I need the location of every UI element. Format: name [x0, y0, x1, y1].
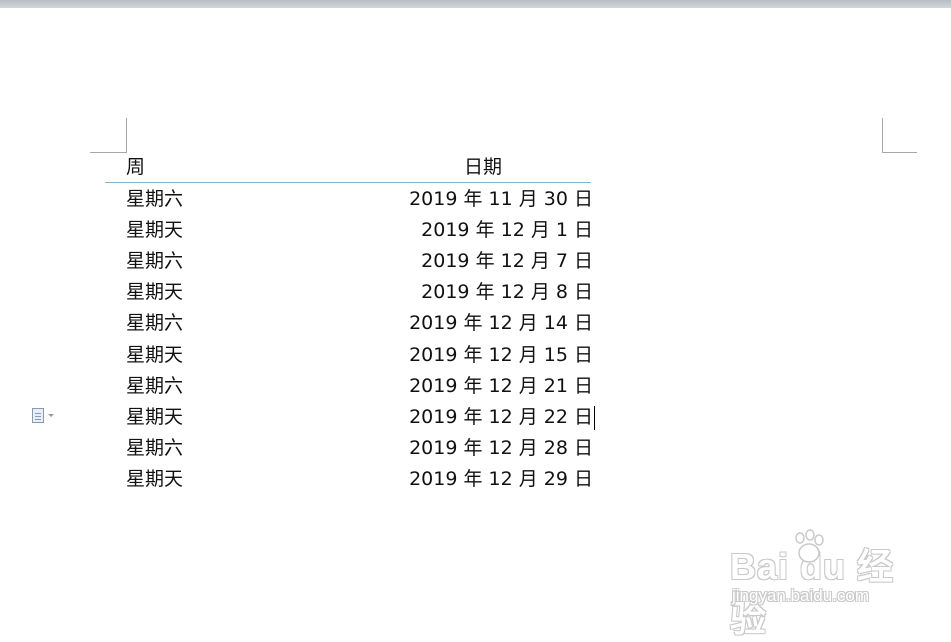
window-top-bar [0, 0, 951, 8]
column-header-week: 周 [126, 156, 146, 178]
table-row[interactable]: 星期六 2019 年 12 月 14 日 [0, 308, 951, 338]
date-cell[interactable]: 2019 年 12 月 22 日 [409, 402, 593, 432]
weekday-cell[interactable]: 星期天 [126, 464, 183, 494]
weekday-cell[interactable]: 星期六 [126, 433, 183, 463]
text-cursor [594, 406, 595, 430]
date-cell[interactable]: 2019 年 12 月 14 日 [409, 308, 593, 338]
date-cell[interactable]: 2019 年 12 月 15 日 [409, 340, 593, 370]
baidu-jingyan-watermark: Bai du 经验 jingyan.baidu.com [730, 528, 930, 639]
weekday-cell[interactable]: 星期天 [126, 402, 183, 432]
date-cell[interactable]: 2019 年 12 月 7 日 [421, 246, 593, 276]
date-cell[interactable]: 2019 年 12 月 1 日 [421, 215, 593, 245]
table-row[interactable]: 星期六 2019 年 11 月 30 日 [0, 184, 951, 214]
table-row[interactable]: 星期天 2019 年 12 月 29 日 [0, 464, 951, 494]
date-cell[interactable]: 2019 年 12 月 21 日 [409, 371, 593, 401]
weekday-cell[interactable]: 星期天 [126, 277, 183, 307]
table-row[interactable]: 星期天 2019 年 12 月 1 日 [0, 215, 951, 245]
weekday-cell[interactable]: 星期天 [126, 340, 183, 370]
table-row[interactable]: 星期天 2019 年 12 月 22 日 [0, 402, 951, 432]
document-icon [32, 408, 44, 423]
weekday-cell[interactable]: 星期天 [126, 215, 183, 245]
date-cell[interactable]: 2019 年 12 月 28 日 [409, 433, 593, 463]
header-divider [105, 182, 591, 183]
table-row[interactable]: 星期天 2019 年 12 月 8 日 [0, 277, 951, 307]
table-row[interactable]: 星期天 2019 年 12 月 15 日 [0, 340, 951, 370]
paw-icon [795, 529, 824, 563]
date-cell[interactable]: 2019 年 11 月 30 日 [409, 184, 593, 214]
weekday-cell[interactable]: 星期六 [126, 246, 183, 276]
date-cell[interactable]: 2019 年 12 月 29 日 [409, 464, 593, 494]
paste-options-icon[interactable] [32, 408, 60, 424]
watermark-url: jingyan.baidu.com [732, 586, 870, 605]
table-row[interactable]: 星期六 2019 年 12 月 28 日 [0, 433, 951, 463]
table-row[interactable]: 星期六 2019 年 12 月 7 日 [0, 246, 951, 276]
dropdown-arrow-icon [48, 414, 54, 417]
weekday-cell[interactable]: 星期六 [126, 371, 183, 401]
column-header-date: 日期 [464, 156, 503, 178]
table-row[interactable]: 星期六 2019 年 12 月 21 日 [0, 371, 951, 401]
weekday-cell[interactable]: 星期六 [126, 308, 183, 338]
weekday-cell[interactable]: 星期六 [126, 184, 183, 214]
date-cell[interactable]: 2019 年 12 月 8 日 [421, 277, 593, 307]
